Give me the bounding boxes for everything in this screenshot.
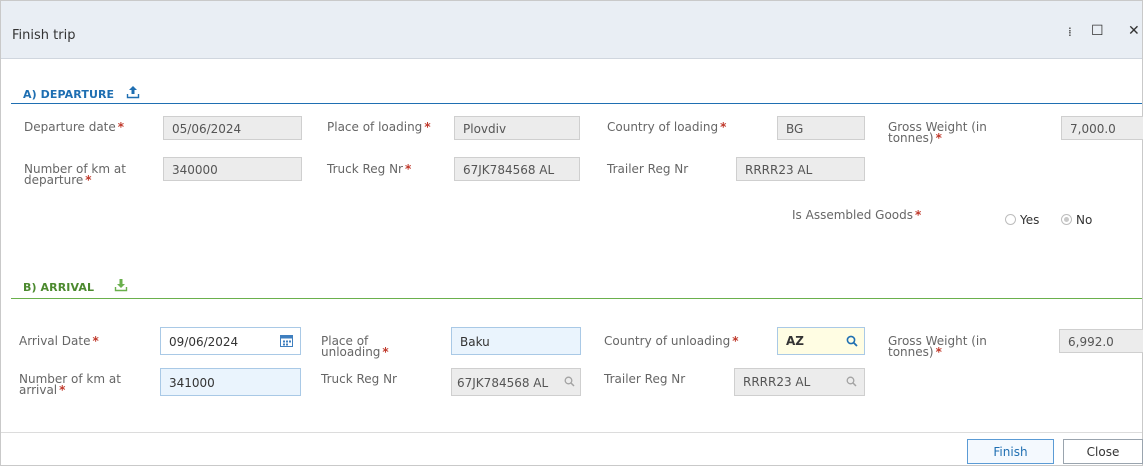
departure-km-label: Number of km at departure *	[24, 162, 126, 187]
dialog-footer-divider	[1, 432, 1142, 433]
upload-icon	[126, 86, 140, 99]
arrival-section-title: B) ARRIVAL	[23, 281, 95, 294]
country-of-unloading-label: Country of unloading *	[604, 334, 739, 348]
dialog-titlebar: Finish trip ⁞ ☐ ✕	[1, 1, 1142, 59]
departure-date-field[interactable]: 05/06/2024	[163, 116, 302, 140]
arrival-gross-weight-label: Gross Weight (in tonnes) *	[888, 334, 987, 359]
country-of-loading-field[interactable]: BG	[777, 116, 865, 140]
trailer-search-icon[interactable]	[846, 376, 857, 387]
departure-truck-reg-field[interactable]: 67JK784568 AL	[454, 157, 580, 181]
arrival-truck-reg-field[interactable]: 67JK784568 AL	[451, 368, 581, 396]
arrival-truck-reg-label: Truck Reg Nr	[321, 372, 397, 386]
assembled-goods-label: Is Assembled Goods *	[792, 208, 922, 222]
arrival-km-label: Number of km at arrival *	[19, 372, 121, 397]
departure-gross-weight-field[interactable]: 7,000.0	[1061, 116, 1143, 140]
close-icon[interactable]: ✕	[1128, 23, 1140, 39]
finish-button[interactable]: Finish	[967, 439, 1054, 464]
pin-icon[interactable]: ⁞	[1068, 25, 1072, 39]
arrival-trailer-reg-value: RRRR23 AL	[743, 375, 811, 389]
place-of-unloading-label: Place of unloading *	[321, 334, 389, 359]
maximize-icon[interactable]: ☐	[1091, 23, 1104, 39]
departure-section-title: A) DEPARTURE	[23, 88, 115, 101]
departure-trailer-reg-label: Trailer Reg Nr	[607, 162, 689, 176]
country-of-unloading-value: AZ	[786, 334, 804, 348]
calendar-icon[interactable]	[280, 334, 293, 347]
assembled-yes-radio[interactable]	[1005, 214, 1016, 225]
assembled-yes-label[interactable]: Yes	[1020, 214, 1039, 226]
departure-trailer-reg-field[interactable]: RRRR23 AL	[736, 157, 865, 181]
assembled-no-label[interactable]: No	[1076, 214, 1092, 226]
assembled-no-radio[interactable]	[1061, 214, 1072, 225]
departure-truck-reg-label: Truck Reg Nr *	[327, 162, 412, 176]
arrival-km-field[interactable]: 341000	[160, 368, 301, 396]
dialog-title: Finish trip	[12, 28, 76, 43]
close-button[interactable]: Close	[1063, 439, 1143, 464]
place-of-loading-label: Place of loading *	[327, 120, 431, 134]
truck-search-icon[interactable]	[564, 376, 575, 387]
arrival-gross-weight-field[interactable]: 6,992.0	[1059, 329, 1143, 353]
download-icon	[114, 279, 128, 292]
country-of-loading-label: Country of loading *	[607, 120, 727, 134]
finish-trip-dialog: Finish trip ⁞ ☐ ✕ A) DEPARTURE Departure…	[0, 0, 1143, 466]
departure-date-label: Departure date *	[24, 120, 125, 134]
place-of-unloading-field[interactable]: Baku	[451, 327, 581, 355]
departure-section-divider	[11, 103, 1142, 104]
departure-gross-weight-label: Gross Weight (in tonnes) *	[888, 120, 987, 145]
arrival-truck-reg-value: 67JK784568 AL	[457, 376, 549, 390]
place-of-loading-field[interactable]: Plovdiv	[454, 116, 580, 140]
arrival-trailer-reg-label: Trailer Reg Nr	[604, 372, 686, 386]
departure-km-field[interactable]: 340000	[163, 157, 302, 181]
arrival-date-value: 09/06/2024	[169, 335, 239, 349]
search-icon[interactable]	[846, 335, 858, 347]
arrival-section-divider	[11, 298, 1142, 299]
arrival-date-label: Arrival Date *	[19, 334, 99, 348]
